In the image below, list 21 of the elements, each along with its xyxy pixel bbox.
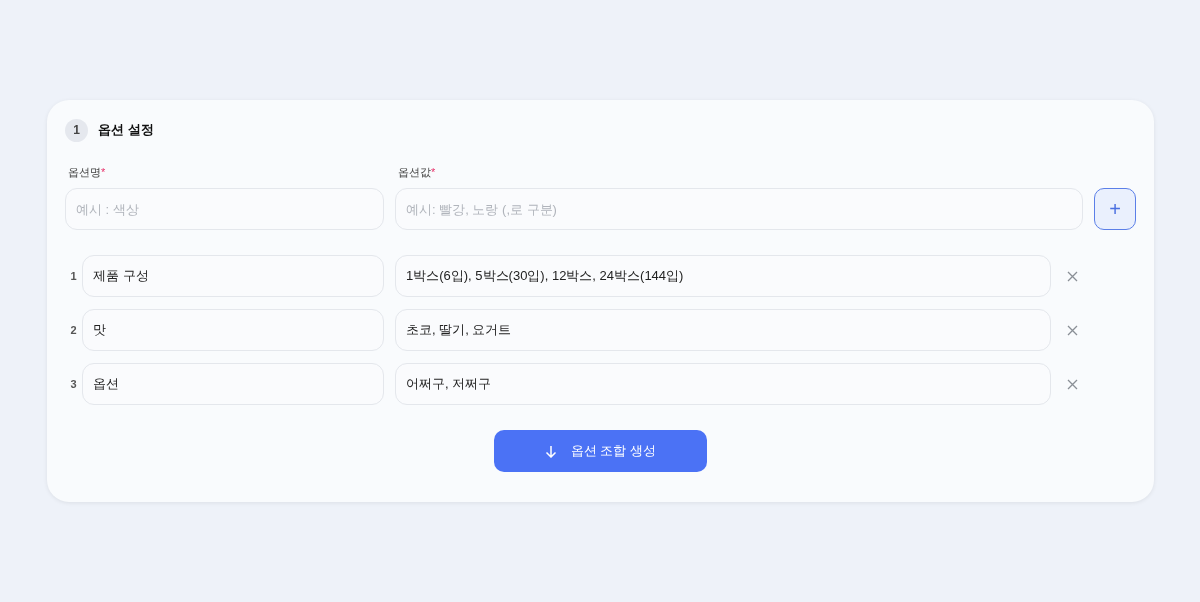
down-arrow-icon — [544, 444, 557, 458]
step-number: 1 — [65, 118, 88, 142]
add-button[interactable]: + — [1094, 188, 1136, 230]
option-values-field[interactable]: 어쩌구, 저쩌구 — [395, 363, 1051, 405]
row-number: 3 — [69, 376, 78, 392]
row-number: 1 — [69, 268, 78, 284]
option-name-field[interactable]: 제품 구성 — [82, 255, 384, 297]
section-title: 옵션 설정 — [98, 121, 154, 140]
option-values-field[interactable]: 초코, 딸기, 요거트 — [395, 309, 1051, 351]
close-icon[interactable] — [1067, 324, 1078, 336]
field-label: 옵션명* — [67, 165, 107, 180]
option-name-field[interactable]: 옵션 — [82, 363, 384, 405]
generate-button[interactable]: 옵션 조합 생성 — [494, 430, 707, 472]
option-name-input[interactable]: 예시 : 색상 — [65, 188, 384, 230]
close-icon[interactable] — [1067, 270, 1078, 282]
row-number: 2 — [69, 322, 78, 338]
option-value-input[interactable]: 예시: 빨강, 노랑 (,로 구분) — [395, 188, 1083, 230]
option-values-field[interactable]: 1박스(6입), 5박스(30입), 12박스, 24박스(144입) — [395, 255, 1051, 297]
field-label: 옵션값* — [397, 165, 437, 180]
close-icon[interactable] — [1067, 378, 1078, 390]
option-name-field[interactable]: 맛 — [82, 309, 384, 351]
